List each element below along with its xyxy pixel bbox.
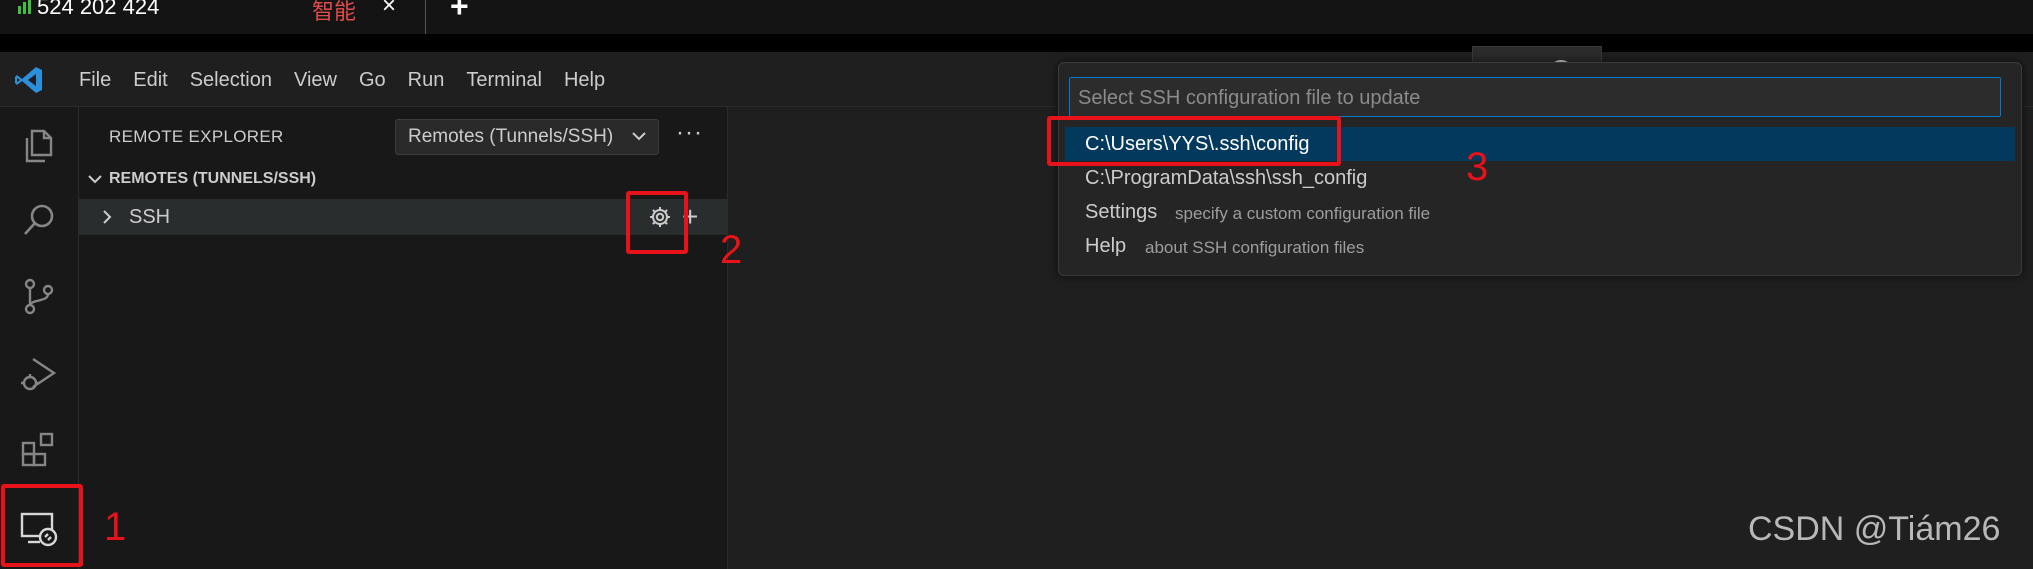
chevron-down-icon — [632, 132, 646, 141]
annotation-box-1 — [1, 484, 83, 567]
remotes-section-label: REMOTES (TUNNELS/SSH) — [109, 170, 317, 187]
remotes-section-header[interactable]: REMOTES (TUNNELS/SSH) — [79, 167, 727, 193]
menu-file[interactable]: File — [68, 67, 122, 93]
menu-go[interactable]: Go — [348, 67, 397, 93]
quick-pick-item[interactable]: Help about SSH configuration files — [1065, 229, 2015, 263]
quick-pick-item-description: about SSH configuration files — [1145, 238, 1365, 257]
annotation-number-3: 3 — [1466, 145, 1489, 189]
quick-pick-item-label: Settings — [1085, 201, 1158, 223]
tab-counter: 524 202 424 — [18, 0, 159, 20]
menu-bar: File Edit Selection View Go Run Terminal… — [68, 67, 616, 93]
tab-counter-text: 524 202 424 — [37, 0, 160, 19]
menu-help[interactable]: Help — [553, 67, 616, 93]
menu-view[interactable]: View — [283, 67, 348, 93]
annotation-box-3 — [1047, 116, 1341, 166]
black-band — [0, 34, 2033, 52]
remotes-dropdown[interactable]: Remotes (Tunnels/SSH) — [395, 119, 659, 155]
annotation-box-2 — [626, 191, 688, 254]
new-tab-button[interactable]: + — [450, 0, 469, 25]
annotation-number-1: 1 — [104, 505, 127, 549]
quick-pick-item[interactable]: C:\ProgramData\ssh\ssh_config — [1065, 161, 2015, 195]
quick-pick-dialog: C:\Users\YYS\.ssh\config C:\ProgramData\… — [1058, 62, 2022, 276]
remote-explorer-sidebar: REMOTE EXPLORER Remotes (Tunnels/SSH) ··… — [79, 107, 728, 569]
chevron-down-icon — [88, 175, 102, 184]
chevron-right-icon — [103, 210, 112, 224]
source-control-icon[interactable] — [18, 275, 60, 317]
more-actions-icon[interactable]: ··· — [676, 119, 703, 147]
quick-pick-item[interactable]: Settings specify a custom configuration … — [1065, 195, 2015, 229]
explorer-icon[interactable] — [18, 125, 60, 167]
extensions-icon[interactable] — [18, 429, 60, 471]
quick-pick-item-description: specify a custom configuration file — [1175, 204, 1431, 223]
quick-pick-input[interactable] — [1070, 78, 2000, 118]
tab-active-label[interactable]: 智能 — [312, 0, 356, 26]
vscode-logo-icon — [15, 67, 42, 93]
remotes-dropdown-value: Remotes (Tunnels/SSH) — [408, 126, 614, 147]
tab-divider — [425, 0, 426, 34]
menu-terminal[interactable]: Terminal — [455, 67, 553, 93]
ssh-tree-item-label: SSH — [129, 206, 171, 228]
annotation-number-2: 2 — [720, 228, 743, 272]
run-debug-icon[interactable] — [18, 353, 60, 395]
sidebar-title: REMOTE EXPLORER — [109, 127, 284, 146]
quick-pick-item-label: Help — [1085, 235, 1127, 257]
tab-close-icon[interactable]: × — [382, 0, 396, 20]
menu-run[interactable]: Run — [397, 67, 456, 93]
menu-edit[interactable]: Edit — [122, 67, 178, 93]
browser-tab-strip — [0, 0, 2033, 34]
signal-bars-icon — [18, 0, 33, 20]
quick-pick-item-label: C:\ProgramData\ssh\ssh_config — [1085, 167, 1368, 189]
menu-selection[interactable]: Selection — [179, 67, 283, 93]
search-icon[interactable] — [18, 199, 60, 241]
watermark: CSDN @Tiám26 — [1748, 510, 2001, 548]
quick-pick-input-box[interactable] — [1069, 77, 2001, 118]
